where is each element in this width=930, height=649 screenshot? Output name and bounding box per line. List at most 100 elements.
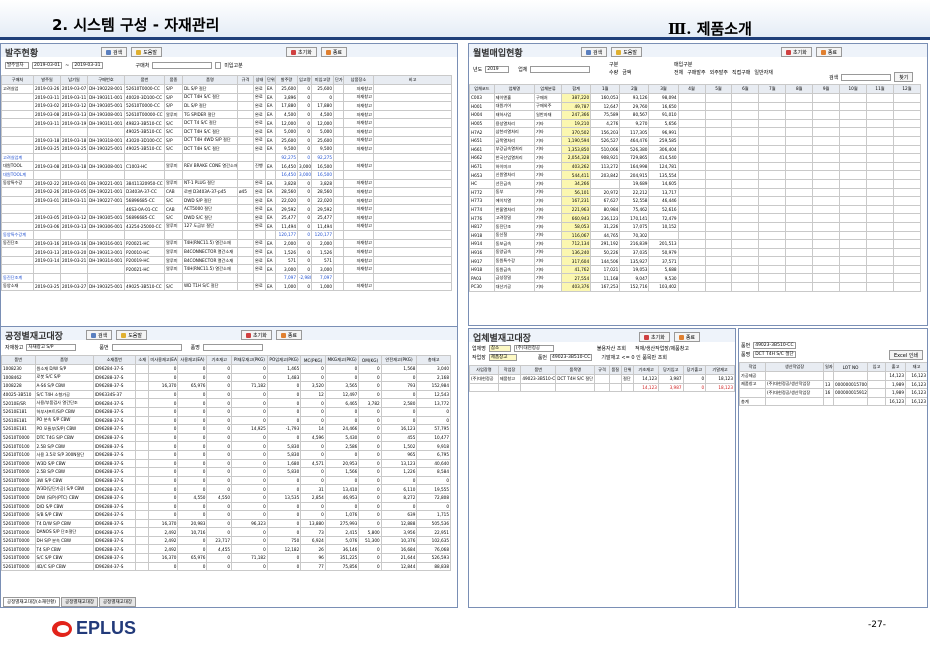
column-header[interactable]: 업체명 [493,84,536,94]
column-header[interactable]: 품번 [124,75,165,85]
warehouse-input[interactable]: 제품창고 [488,354,517,361]
table-row[interactable]: 2019-03-06 2019-03-13 DH-190306-001 43254-2… [1,221,452,232]
table-row[interactable]: H774 한울열처리 기타 221,963 80,984 75,462 52,616 [469,204,922,215]
table-row[interactable]: H671 하이미크 기타 403,262 113,272 164,998 124,781 [469,161,922,172]
purchase-type-radio[interactable]: 전체 구매발주 외주발주 직접구매 일반자재 [674,69,777,76]
table-row[interactable]: 52610T0000 D/W (S/P)(PTC) CBW ID96288-37-S… [1,492,451,503]
warehouse-select[interactable]: 자재창고 S/P [26,344,77,351]
table-row[interactable]: H772 동부 기타 56,101 20,972 22,212 13,717 [469,187,922,198]
excel-print-button[interactable]: Excel 인쇄 [889,350,924,360]
column-header[interactable]: 안전재고(PKG) [380,355,418,365]
column-header[interactable]: 품명 [34,355,94,365]
column-header[interactable]: 규격 [594,365,610,375]
column-header[interactable]: 업체코드 [469,84,495,94]
column-header[interactable]: 규격 [237,75,254,85]
tab-item[interactable]: 공정별재고대장 [61,597,99,607]
table-row[interactable]: 1008230 원소재 D/W S/P ID96284-37-S 0 0 0 0 1,465 0… [1,364,451,374]
column-header[interactable]: 상태 [253,75,266,85]
column-header[interactable]: 납품장소 [343,75,374,85]
table-row[interactable]: H001 대원기어 구매외주 49,787 12,647 29,760 16,650 [469,101,922,112]
column-header[interactable]: 작업 [739,362,766,372]
column-header[interactable]: 기말재고 [705,365,735,375]
table-row[interactable]: 고려실업 2019-03-26 2019-03-07 DH-190228-001 526… [1,84,452,94]
table-row[interactable]: H817 동진단조 기타 58,053 31,226 17,075 10,152 [469,221,922,232]
table-row[interactable]: H916 동양금속 기타 136,240 50,226 37,035 50,979 [469,247,922,258]
table-row[interactable]: 2019-03-11 2019-03-11 DH-190311-001 40020-3… [1,92,452,103]
table-row[interactable]: H918 동원금속 기타 41,762 17,021 19,053 5,688 [469,264,922,275]
column-header[interactable]: 생산작업장 [765,362,824,372]
table-row[interactable]: 52610T0100 2.5B S/P CBW ID96288-37-S 0 0 0 0 5,… [1,441,451,451]
table-row[interactable]: 52610T0000 S/C S/P CBW ID96288-37-S 16,370 6… [1,553,451,563]
table-row[interactable]: 52610T0000 DH S/P 분속 CBW ID96288-37-S 2,492… [1,535,451,546]
table-row[interactable]: H773 에이치열 기타 167,231 67,627 52,558 46,446 [469,196,922,206]
table-row[interactable]: 2019-03-02 2019-03-12 DH-190305-001 52610T0… [1,101,452,111]
table-row[interactable]: H005 용성열처리 기타 19,210 4,276 9,270 5,656 [469,118,922,129]
close-button[interactable]: 종료 [673,332,701,342]
qty-amount-radio[interactable]: 수량 금액 [609,69,635,76]
vendor-input[interactable] [152,62,213,69]
column-header[interactable]: 미사용재고(EA) [148,355,179,365]
column-header[interactable]: 합계 [560,84,592,94]
column-header[interactable]: 소재 [135,355,150,365]
column-header[interactable]: 품명 [182,75,238,85]
item-name-field[interactable]: DCT T4H S/C 절단 [753,351,796,358]
item-code-input[interactable] [111,344,182,351]
column-header[interactable]: 품종 [164,75,183,85]
subtotal-row[interactable]: 동양특수강계 120,177 0 120,177 [1,230,452,240]
table-row[interactable]: 1008228 A-S6 S/P CBW ID96288-37-S 16,370 65,… [1,381,451,391]
column-header[interactable]: 납기일 [60,75,88,85]
table-row[interactable]: (주)대현정공/생산작업장 16 0000000159127 1,989 16,123 [739,388,927,398]
table-row[interactable]: 2019-03-05 2019-03-12 DH-190305-001 5689668… [1,212,452,223]
subtotal-row[interactable]: 동진단조계 7,097 -2,980 7,097 [1,273,452,283]
column-header[interactable]: 3월 [648,84,679,94]
column-header[interactable]: OM(KG) [358,355,382,365]
tab-item[interactable]: 공정별재고대장 [99,597,137,607]
table-row[interactable]: 52610T0000 T4 D/W S/P CBW ID96288-37-S 16,3… [1,518,451,529]
column-header[interactable]: 업체분류 [534,84,562,94]
item-name-input[interactable] [202,344,263,351]
subtotal-row[interactable]: 대원TOOL계 16,450 3,000 16,500 [1,169,452,180]
column-header[interactable]: 10월 [839,84,868,94]
table-row[interactable]: H918 동신철 기타 116,067 44,765 70,302 [469,230,922,241]
vendor-code-input[interactable]: 참소 [488,345,511,352]
table-row[interactable]: 동양소재 2019-03-25 2019-03-27 DH-190325-001 490… [1,281,452,292]
radio-option[interactable]: 직접구매 [732,70,750,76]
help-button[interactable]: 도움말 [611,47,643,57]
help-button[interactable]: 도움말 [131,47,163,57]
column-header[interactable]: 비고 [373,75,452,85]
year-select[interactable]: 2019 [485,66,510,73]
column-header[interactable]: 작업장 [497,365,522,375]
table-row[interactable]: H653 신원열처리 기타 544,411 203,842 204,915 135,554 [469,170,922,180]
table-row[interactable]: 52610T0000 3W S/P CBW ID96288-37-S 0 0 0 0 0 0 0 0… [1,475,451,486]
column-header[interactable]: 재고 [905,362,927,372]
table-row[interactable]: 49025-3B510-CC S/C DCT T4H S/C 절단 완료 EA 5,000… [1,126,452,137]
column-header[interactable]: 사업장명 [469,365,499,375]
column-header[interactable]: 단가 [333,75,344,85]
keyword-input[interactable] [841,73,892,81]
column-header[interactable]: 2월 [619,84,650,94]
table-row[interactable]: 총계 16,123 16,123 [739,396,927,407]
column-header[interactable]: 단위 [620,365,635,375]
table-row[interactable]: 가공제공 14,123 16,123 [739,371,927,381]
radio-option[interactable]: 전체 [674,70,683,76]
column-header[interactable]: 기초재고 [633,365,659,375]
search-button[interactable]: 검색 [101,47,128,57]
table-row[interactable]: 52610T0000 W3D S/P CBW ID96288-37-S 0 0 0 0 1,6… [1,458,451,469]
table-row[interactable]: PC30 대산기공 기타 403,376 167,253 152,716 103,402 [469,282,922,292]
column-header[interactable]: 단위 [265,75,276,85]
table-row[interactable]: H661 부강금속열처리 기타 1,353,850 510,066 526,380 306,… [469,144,922,155]
vendor-input[interactable] [530,66,591,73]
table-row[interactable]: 동진단조 2019-03-16 2019-03-16 DH-190316-001 P20… [1,238,452,249]
table-row[interactable]: H662 한국산업열처리 기타 2,054,328 908,921 729,865 414,… [469,153,922,163]
item-code-input[interactable]: 49023-3B510-CC [550,354,593,361]
table-row[interactable]: 제품창고 (주)대현정공/생산작업장 13 0000000157004 1,989 16,… [739,379,927,390]
column-header[interactable]: 품질 [608,365,622,375]
column-header[interactable]: 1월 [590,84,621,94]
table-row[interactable]: PA03 금성정밀 기타 27,554 11,168 9,047 9,530 [469,273,922,284]
table-row[interactable]: HC 선진금속 기타 34,266 19,689 14,605 [469,178,922,189]
search-button[interactable]: 검색 [86,330,113,340]
radio-option[interactable]: 외주발주 [710,70,728,76]
table-row[interactable]: H7A2 삼천리열처리 기타 370,502 156,203 117,305 96,991 [469,127,922,137]
table-row[interactable]: 52610T0000 S/B S/P CBW ID96284-37-S 0 0 0 0 0 0 1… [1,510,451,520]
table-row[interactable]: 2019-03-01 2019-03-11 DH-190227-001 5689668… [1,195,452,206]
